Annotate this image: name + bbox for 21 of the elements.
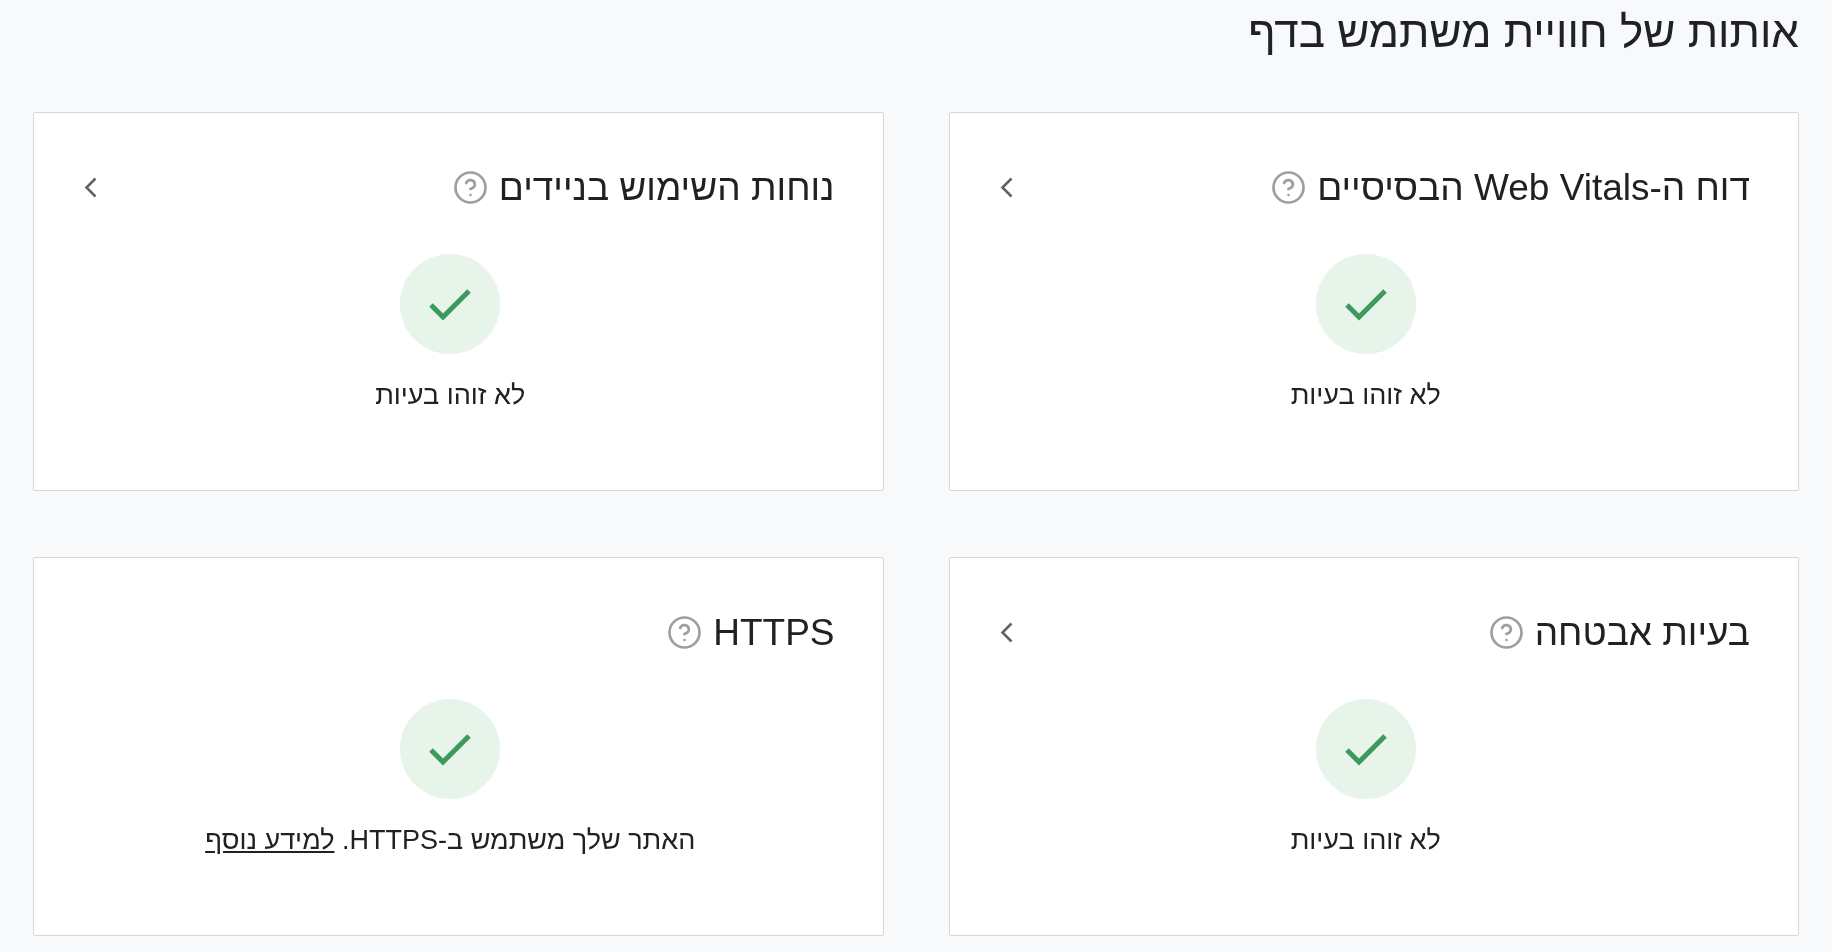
learn-more-link[interactable]: למידע נוסף <box>205 825 335 855</box>
status-text: לא זוהו בעיות <box>1290 824 1441 857</box>
page-title: אותות של חוויית משתמש בדף <box>1247 6 1799 58</box>
card-title: דוח ה-Web Vitals הבסיסיים <box>1317 166 1750 209</box>
chevron-left-icon[interactable] <box>84 177 97 198</box>
help-icon[interactable] <box>1272 171 1306 204</box>
check-icon <box>1315 699 1416 799</box>
help-icon[interactable] <box>1489 616 1523 649</box>
chevron-left-icon[interactable] <box>999 622 1013 643</box>
check-icon <box>400 254 501 354</box>
card-title: נוחות השימוש בניידים <box>498 166 835 209</box>
help-icon[interactable] <box>668 616 702 649</box>
status-text: לא זוהו בעיות <box>1290 379 1441 412</box>
card-title: HTTPS <box>713 611 835 654</box>
chevron-left-icon[interactable] <box>999 177 1013 198</box>
status-text: האתר שלך משתמש ב-HTTPS. למידע נוסף <box>205 824 696 857</box>
card-title: בעיות אבטחה <box>1534 611 1750 654</box>
status-text: לא זוהו בעיות <box>375 379 526 412</box>
check-icon <box>1315 254 1416 354</box>
check-icon <box>400 699 501 799</box>
help-icon[interactable] <box>453 171 487 204</box>
